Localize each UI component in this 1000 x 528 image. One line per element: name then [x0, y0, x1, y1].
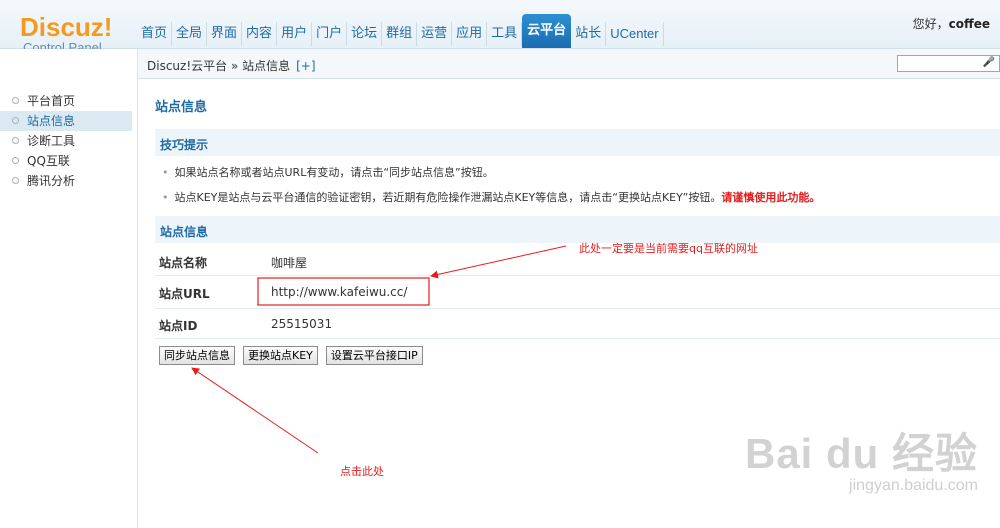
- baidu-watermark: Bai du 经验 jingyan.baidu.com: [745, 420, 978, 495]
- watermark-main: Bai du 经验: [744, 430, 978, 477]
- click-annotation: 点击此处: [340, 465, 384, 478]
- url-annotation: 此处一定要是当前需要qq互联的网址: [579, 242, 758, 255]
- url-highlight-box: [257, 277, 430, 306]
- arrow-to-sync-button: [191, 367, 319, 454]
- arrow-to-url: [430, 245, 567, 279]
